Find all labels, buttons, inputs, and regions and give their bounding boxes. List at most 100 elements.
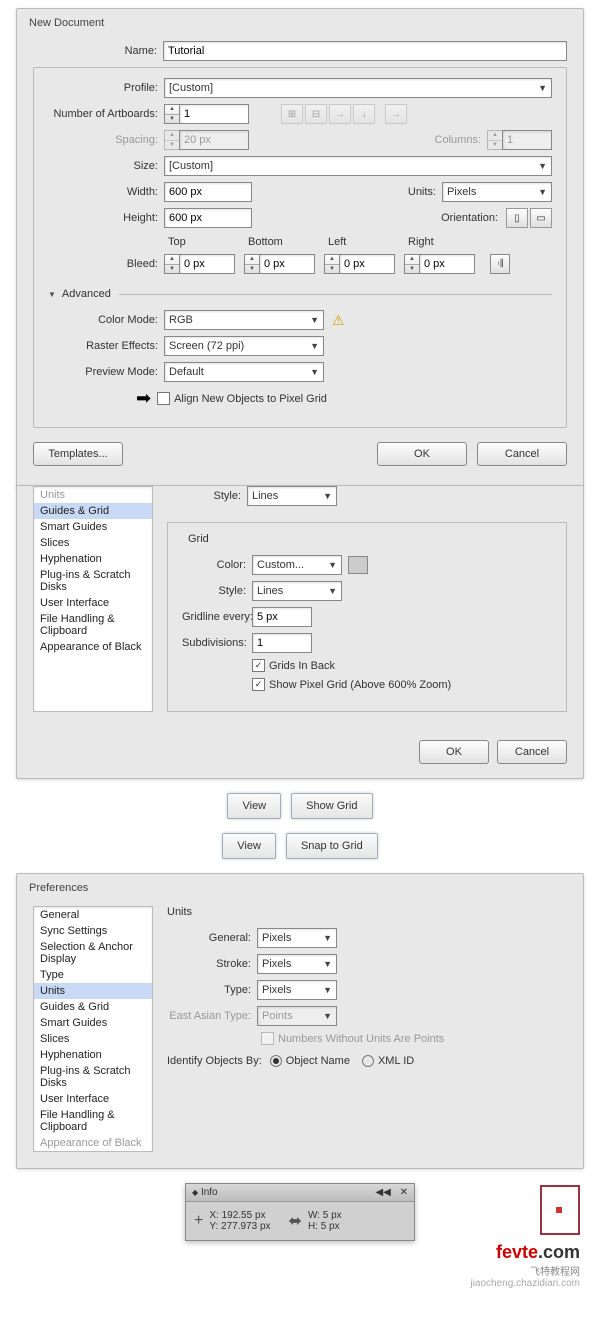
- align-pixel-checkbox[interactable]: [157, 392, 170, 405]
- bleed-bottom-stepper[interactable]: ▲▼: [244, 254, 324, 274]
- size-select[interactable]: [Custom]▼: [164, 156, 552, 176]
- profile-label: Profile:: [48, 82, 164, 94]
- snap-to-grid-button[interactable]: Snap to Grid: [286, 833, 378, 859]
- align-pixel-label: Align New Objects to Pixel Grid: [174, 393, 327, 405]
- view-button[interactable]: View: [222, 833, 276, 859]
- sidebar-item[interactable]: File Handling & Clipboard: [34, 611, 152, 639]
- sidebar-item[interactable]: Selection & Anchor Display: [34, 939, 152, 967]
- numbers-points-checkbox: [261, 1032, 274, 1045]
- grid-color-label: Color:: [182, 559, 252, 571]
- dimensions-icon: ⬌: [289, 1211, 302, 1231]
- sidebar-item[interactable]: Appearance of Black: [34, 639, 152, 655]
- bleed-top-label: Top: [168, 236, 248, 248]
- subdivisions-input[interactable]: [252, 633, 312, 653]
- bleed-link-icon[interactable]: 𝄇: [490, 254, 510, 274]
- sidebar-item[interactable]: Appearance of Black: [34, 1135, 152, 1151]
- orientation-landscape-icon[interactable]: ▭: [530, 208, 552, 228]
- grid-color-select[interactable]: Custom...▼: [252, 555, 342, 575]
- bleed-right-stepper[interactable]: ▲▼: [404, 254, 484, 274]
- sidebar-item[interactable]: Units: [34, 983, 152, 999]
- units-select[interactable]: Pixels▼: [442, 182, 552, 202]
- cancel-button[interactable]: Cancel: [477, 442, 567, 466]
- height-label: Height:: [48, 212, 164, 224]
- height-input[interactable]: [164, 208, 252, 228]
- sidebar-item[interactable]: User Interface: [34, 595, 152, 611]
- ok-button[interactable]: OK: [377, 442, 467, 466]
- panel-close-icon[interactable]: ✕: [400, 1187, 408, 1198]
- grids-back-checkbox[interactable]: ✓: [252, 659, 265, 672]
- preferences-units-dialog: Preferences General Sync Settings Select…: [16, 873, 584, 1169]
- sidebar-item[interactable]: Smart Guides: [34, 1015, 152, 1031]
- preview-label: Preview Mode:: [48, 366, 164, 378]
- profile-select[interactable]: [Custom]▼: [164, 78, 552, 98]
- crosshair-icon: +: [194, 1212, 203, 1230]
- name-input[interactable]: [163, 41, 567, 61]
- xml-id-label: XML ID: [378, 1055, 414, 1067]
- gridline-label: Gridline every:: [182, 611, 252, 623]
- arrange-row-down-icon: ↓: [353, 104, 375, 124]
- object-name-label: Object Name: [286, 1055, 350, 1067]
- dialog-title: Preferences: [17, 874, 583, 898]
- sidebar-item[interactable]: Type: [34, 967, 152, 983]
- profile-fieldset: Profile: [Custom]▼ Number of Artboards: …: [33, 67, 567, 428]
- type-units-select[interactable]: Pixels▼: [257, 980, 337, 1000]
- bleed-top-stepper[interactable]: ▲▼: [164, 254, 244, 274]
- templates-button[interactable]: Templates...: [33, 442, 123, 466]
- bleed-left-stepper[interactable]: ▲▼: [324, 254, 404, 274]
- orientation-portrait-icon[interactable]: ▯: [506, 208, 528, 228]
- new-document-dialog: New Document Name: Profile: [Custom]▼ Nu…: [16, 8, 584, 489]
- sidebar-item[interactable]: Plug-ins & Scratch Disks: [34, 567, 152, 595]
- raster-label: Raster Effects:: [48, 340, 164, 352]
- middle-button-row-2: View Snap to Grid: [0, 833, 600, 859]
- colormode-select[interactable]: RGB▼: [164, 310, 324, 330]
- stroke-units-select[interactable]: Pixels▼: [257, 954, 337, 974]
- object-name-radio[interactable]: [270, 1055, 282, 1067]
- type-units-label: Type:: [167, 984, 257, 996]
- advanced-header[interactable]: ▼ Advanced: [48, 288, 552, 300]
- sidebar-item[interactable]: File Handling & Clipboard: [34, 1107, 152, 1135]
- general-units-select[interactable]: Pixels▼: [257, 928, 337, 948]
- grid-color-swatch[interactable]: [348, 556, 368, 574]
- ok-button[interactable]: OK: [419, 740, 489, 764]
- show-grid-button[interactable]: Show Grid: [291, 793, 372, 819]
- artboards-label: Number of Artboards:: [48, 108, 164, 120]
- sidebar-item[interactable]: User Interface: [34, 1091, 152, 1107]
- name-label: Name:: [33, 45, 163, 57]
- gridline-input[interactable]: [252, 607, 312, 627]
- xml-id-radio[interactable]: [362, 1055, 374, 1067]
- sidebar-item[interactable]: Slices: [34, 1031, 152, 1047]
- artboards-stepper[interactable]: ▲▼: [164, 104, 249, 124]
- sidebar-item[interactable]: Units: [34, 487, 152, 503]
- preview-select[interactable]: Default▼: [164, 362, 324, 382]
- watermark: fevte.com 飞特教程网 jiaocheng.chazidian.com: [470, 1185, 580, 1289]
- dialog-title: New Document: [17, 9, 583, 33]
- panel-collapse-icon[interactable]: ◀◀: [375, 1187, 390, 1198]
- raster-select[interactable]: Screen (72 ppi)▼: [164, 336, 324, 356]
- sidebar-item[interactable]: Sync Settings: [34, 923, 152, 939]
- grids-back-label: Grids In Back: [269, 660, 335, 672]
- grid-section-title: Grid: [184, 533, 213, 545]
- sidebar-item[interactable]: Plug-ins & Scratch Disks: [34, 1063, 152, 1091]
- view-button[interactable]: View: [227, 793, 281, 819]
- cancel-button[interactable]: Cancel: [497, 740, 567, 764]
- grid-style-select[interactable]: Lines▼: [252, 581, 342, 601]
- width-input[interactable]: [164, 182, 252, 202]
- show-pixel-grid-checkbox[interactable]: ✓: [252, 678, 265, 691]
- numbers-points-label: Numbers Without Units Are Points: [278, 1033, 450, 1045]
- guides-style-select[interactable]: Lines▼: [247, 486, 337, 506]
- watermark-url: jiaocheng.chazidian.com: [470, 1278, 580, 1289]
- subdivisions-label: Subdivisions:: [182, 637, 252, 649]
- sidebar-item[interactable]: Slices: [34, 535, 152, 551]
- sidebar-item[interactable]: Hyphenation: [34, 1047, 152, 1063]
- sidebar-item[interactable]: Hyphenation: [34, 551, 152, 567]
- style-label: Style:: [197, 490, 247, 502]
- stroke-units-label: Stroke:: [167, 958, 257, 970]
- info-y-value: 277.973 px: [221, 1221, 271, 1232]
- units-section-title: Units: [167, 906, 567, 918]
- sidebar-item[interactable]: Guides & Grid: [34, 999, 152, 1015]
- sidebar-item[interactable]: General: [34, 907, 152, 923]
- units-label: Units:: [392, 186, 442, 198]
- sidebar-item[interactable]: Guides & Grid: [34, 503, 152, 519]
- spacing-label: Spacing:: [48, 134, 164, 146]
- sidebar-item[interactable]: Smart Guides: [34, 519, 152, 535]
